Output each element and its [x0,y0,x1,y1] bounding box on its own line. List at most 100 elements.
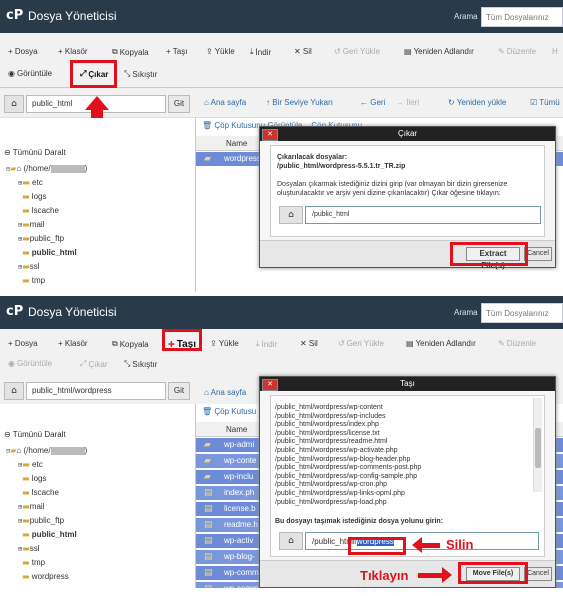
column-name[interactable]: Name [226,425,247,434]
dialog-body: Çıkarılacak dosyalar: /public_html/wordp… [270,145,545,237]
move-button[interactable]: + Taşı [166,47,187,56]
move-file-item: /public_html/wordpress/license.txt [275,429,380,437]
folder-icon: ▰ [204,472,211,482]
new-file-button[interactable]: + Dosya [8,339,38,348]
compress-button[interactable]: ⤡ Sıkıştır [124,69,157,79]
html-edit-button[interactable]: H [552,47,558,56]
app-title: Dosya Yöneticisi [28,9,117,23]
move-file-item: /public_html/wordpress/wp-links-opml.php [275,489,405,497]
extract-icon: ⤢ [80,359,87,368]
restore-icon: ↺ [338,339,345,348]
cancel-button[interactable]: Cancel [524,567,552,581]
compress-icon: ⤡ [124,69,131,78]
rename-button[interactable]: ▤ Yeniden Adlandır [406,339,476,348]
tree-item-logs[interactable]: ▬ logs [22,192,46,201]
edit-button[interactable]: ✎ Düzenle [498,339,536,348]
tree-item-public-ftp[interactable]: ⊞▬public_ftp [18,234,64,243]
tree-item-public-html[interactable]: ▬ public_html [22,530,77,539]
tree-item-logs[interactable]: ▬ logs [22,474,46,483]
tree-item-ssl[interactable]: ⊞▬ssl [18,262,40,271]
restore-button[interactable]: ↺ Geri Yükle [334,47,380,56]
panel-move: cP Dosya Yöneticisi Arama Tüm Dosyaların… [0,296,563,588]
tree-root[interactable]: ⊟▰⌂ (/home/) [6,164,87,173]
eye-icon: ◉ [8,69,15,78]
edit-icon: ✎ [498,47,505,56]
cpanel-logo: cP [6,304,24,319]
close-icon[interactable]: ✕ [262,379,278,391]
nav-back[interactable]: ← Geri [360,98,385,107]
move-file-item: /public_html/wordpress/wp-activate.php [275,446,398,454]
tree-item-public-ftp[interactable]: ⊞▬public_ftp [18,516,64,525]
nav-select-all[interactable]: ☑ Tümü [530,98,560,107]
search-scope-select[interactable]: Tüm Dosyalarınız [481,7,563,27]
collapse-all-button[interactable]: ⊖ Tümünü Daralt [4,148,66,157]
highlight-extract [70,60,117,88]
tree-item-tmp[interactable]: ▬ tmp [22,558,45,567]
folder-tree: ⊖ Tümünü Daralt ⊟▰⌂ (/home/) ⊞▬ etc ▬ lo… [0,404,196,588]
extract-button[interactable]: ⤢ Çıkar [80,359,108,369]
view-button[interactable]: ◉ Görüntüle [8,69,52,78]
go-button[interactable]: Git [168,382,190,400]
scrollbar[interactable] [533,398,542,492]
tree-item-mail[interactable]: ⊞▬mail [18,502,44,511]
tree-item-ssl[interactable]: ⊞▬ssl [18,544,40,553]
download-button[interactable]: ⤓ İndir [250,47,271,57]
download-icon: ⤓ [256,339,260,348]
nav-up[interactable]: ↑ Bir Seviye Yukarı [266,98,333,107]
move-dialog: Taşı ✕ /public_html/wordpress/wp-content… [259,376,556,588]
upload-button[interactable]: ⇪ Yükle [210,339,239,348]
move-file-item: /public_html/wordpress/wp-includes [275,412,386,420]
delete-button[interactable]: ✕ Sil [300,339,318,348]
nav-reload[interactable]: ↻ Yeniden yükle [448,98,506,107]
tree-item-etc[interactable]: ⊞▬ etc [18,178,43,187]
extract-instructions: Dosyaları çıkarmak istediğiniz dizini gi… [277,181,508,197]
edit-button[interactable]: ✎ Düzenle [498,47,536,56]
tree-item-lscache[interactable]: ▬ lscache [22,488,59,497]
dialog-title: Çıkar [260,127,555,141]
tree-root[interactable]: ⊟▰⌂ (/home/) [6,446,87,455]
upload-button[interactable]: ⇪ Yükle [206,47,235,56]
tree-item-lscache[interactable]: ▬ lscache [22,206,59,215]
go-button[interactable]: Git [168,95,190,113]
new-folder-button[interactable]: + Klasör [58,339,88,348]
cancel-button[interactable]: Cancel [524,247,552,261]
file-icon: ▤ [204,583,218,588]
home-icon[interactable]: ⌂ [4,382,24,400]
nav-home[interactable]: ⌂ Ana sayfa [204,98,246,107]
move-file-item: /public_html/wordpress/wp-comments-post.… [275,464,422,472]
copy-button[interactable]: ⧉ Kopyala [112,339,149,349]
new-file-button[interactable]: + Dosya [8,47,38,56]
delete-button[interactable]: ✕ Sil [294,47,312,56]
rename-button[interactable]: ▤ Yeniden Adlandır [404,47,474,56]
tree-item-public-html[interactable]: ▬ public_html [22,248,77,257]
nav-home[interactable]: ⌂ Ana sayfa [204,388,246,397]
search-label: Arama [454,308,478,317]
search-scope-select[interactable]: Tüm Dosyalarınız [481,303,563,323]
upload-icon: ⇪ [210,339,217,348]
nav-forward[interactable]: → İleri [396,98,419,107]
folder-icon: ▰ [204,440,211,450]
copy-button[interactable]: ⧉ Kopyala [112,47,149,57]
eye-icon: ◉ [8,359,15,368]
view-button[interactable]: ◉ Görüntüle [8,359,52,368]
compress-button[interactable]: ⤡ Sıkıştır [124,359,157,369]
tree-item-mail[interactable]: ⊞▬mail [18,220,44,229]
tree-item-tmp[interactable]: ▬ tmp [22,276,45,285]
nav-bar: ⌂ Ana sayfa ↑ Bir Seviye Yukarı ← Geri →… [196,88,563,118]
edit-icon: ✎ [498,339,505,348]
home-icon[interactable]: ⌂ [4,95,24,113]
scrollbar-thumb[interactable] [535,428,541,468]
restore-button[interactable]: ↺ Geri Yükle [338,339,384,348]
path-input[interactable]: public_html/wordpress [26,382,166,400]
tree-item-wordpress[interactable]: ▬ wordpress [22,572,69,581]
close-icon[interactable]: ✕ [262,129,278,141]
download-button[interactable]: ⤓ İndir [256,339,277,349]
redacted-username [50,446,85,455]
tree-item-etc[interactable]: ⊞▬ etc [18,460,43,469]
view-trash-link[interactable]: 🗑 Çöp Kutusu [202,407,256,416]
extract-destination-input[interactable]: /public_html [305,206,541,224]
new-folder-button[interactable]: + Klasör [58,47,88,56]
column-name[interactable]: Name [226,139,247,148]
collapse-all-button[interactable]: ⊖ Tümünü Daralt [4,430,66,439]
home-icon: ⌂ [279,532,303,550]
